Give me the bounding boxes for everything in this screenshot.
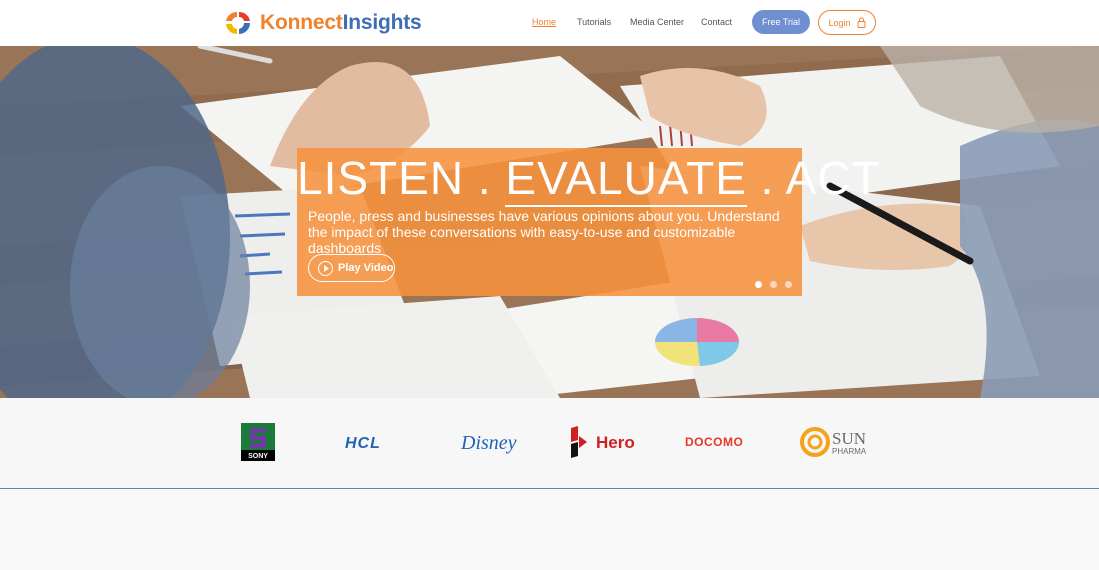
svg-text:HCL: HCL: [345, 435, 381, 452]
nav-contact[interactable]: Contact: [701, 17, 732, 27]
free-trial-button[interactable]: Free Trial: [752, 10, 810, 34]
svg-text:DOCOMO: DOCOMO: [685, 435, 743, 449]
svg-text:Disney: Disney: [460, 432, 517, 454]
hero-subtitle: People, press and businesses have variou…: [308, 208, 780, 256]
svg-text:SONY: SONY: [248, 453, 268, 460]
carousel-dots: [755, 281, 792, 288]
login-label: Login: [828, 17, 851, 28]
svg-text:SUN: SUN: [832, 429, 866, 448]
sony-logo: SONY: [241, 422, 275, 462]
top-header: KonnectInsights Home Tutorials Media Cen…: [0, 0, 1099, 46]
sun-pharma-logo: SUN PHARMA: [800, 422, 876, 462]
brand-logo[interactable]: KonnectInsights: [222, 8, 422, 38]
play-video-button[interactable]: Play Video: [308, 254, 395, 282]
hero-banner: LISTEN . EVALUATE . ACT People, press an…: [0, 46, 1099, 398]
play-icon: [318, 260, 333, 276]
carousel-dot-2[interactable]: [770, 281, 777, 288]
hero-title: LISTEN . EVALUATE . ACT: [297, 151, 880, 207]
brand-name: KonnectInsights: [260, 11, 422, 34]
disney-logo: Disney: [459, 422, 519, 462]
nav-home[interactable]: Home: [532, 17, 556, 27]
docomo-logo: DOCOMO: [684, 422, 758, 462]
logo-mark-icon: [226, 11, 250, 35]
nav-tutorials[interactable]: Tutorials: [577, 17, 611, 27]
client-logos: SONY HCL Disney Hero DOCOMO SUN PHARMA: [0, 398, 1099, 489]
svg-text:PHARMA: PHARMA: [832, 447, 867, 456]
svg-text:Hero: Hero: [596, 433, 635, 452]
hero-logo: Hero: [569, 422, 643, 462]
carousel-dot-3[interactable]: [785, 281, 792, 288]
login-button[interactable]: Login: [818, 10, 876, 35]
nav-media-center[interactable]: Media Center: [630, 17, 684, 27]
lock-icon: [857, 17, 866, 28]
hero-overlay: LISTEN . EVALUATE . ACT People, press an…: [297, 148, 880, 296]
play-video-label: Play Video: [338, 262, 394, 274]
carousel-dot-1[interactable]: [755, 281, 762, 288]
lower-section: [0, 490, 1099, 570]
hcl-logo: HCL: [343, 422, 407, 462]
